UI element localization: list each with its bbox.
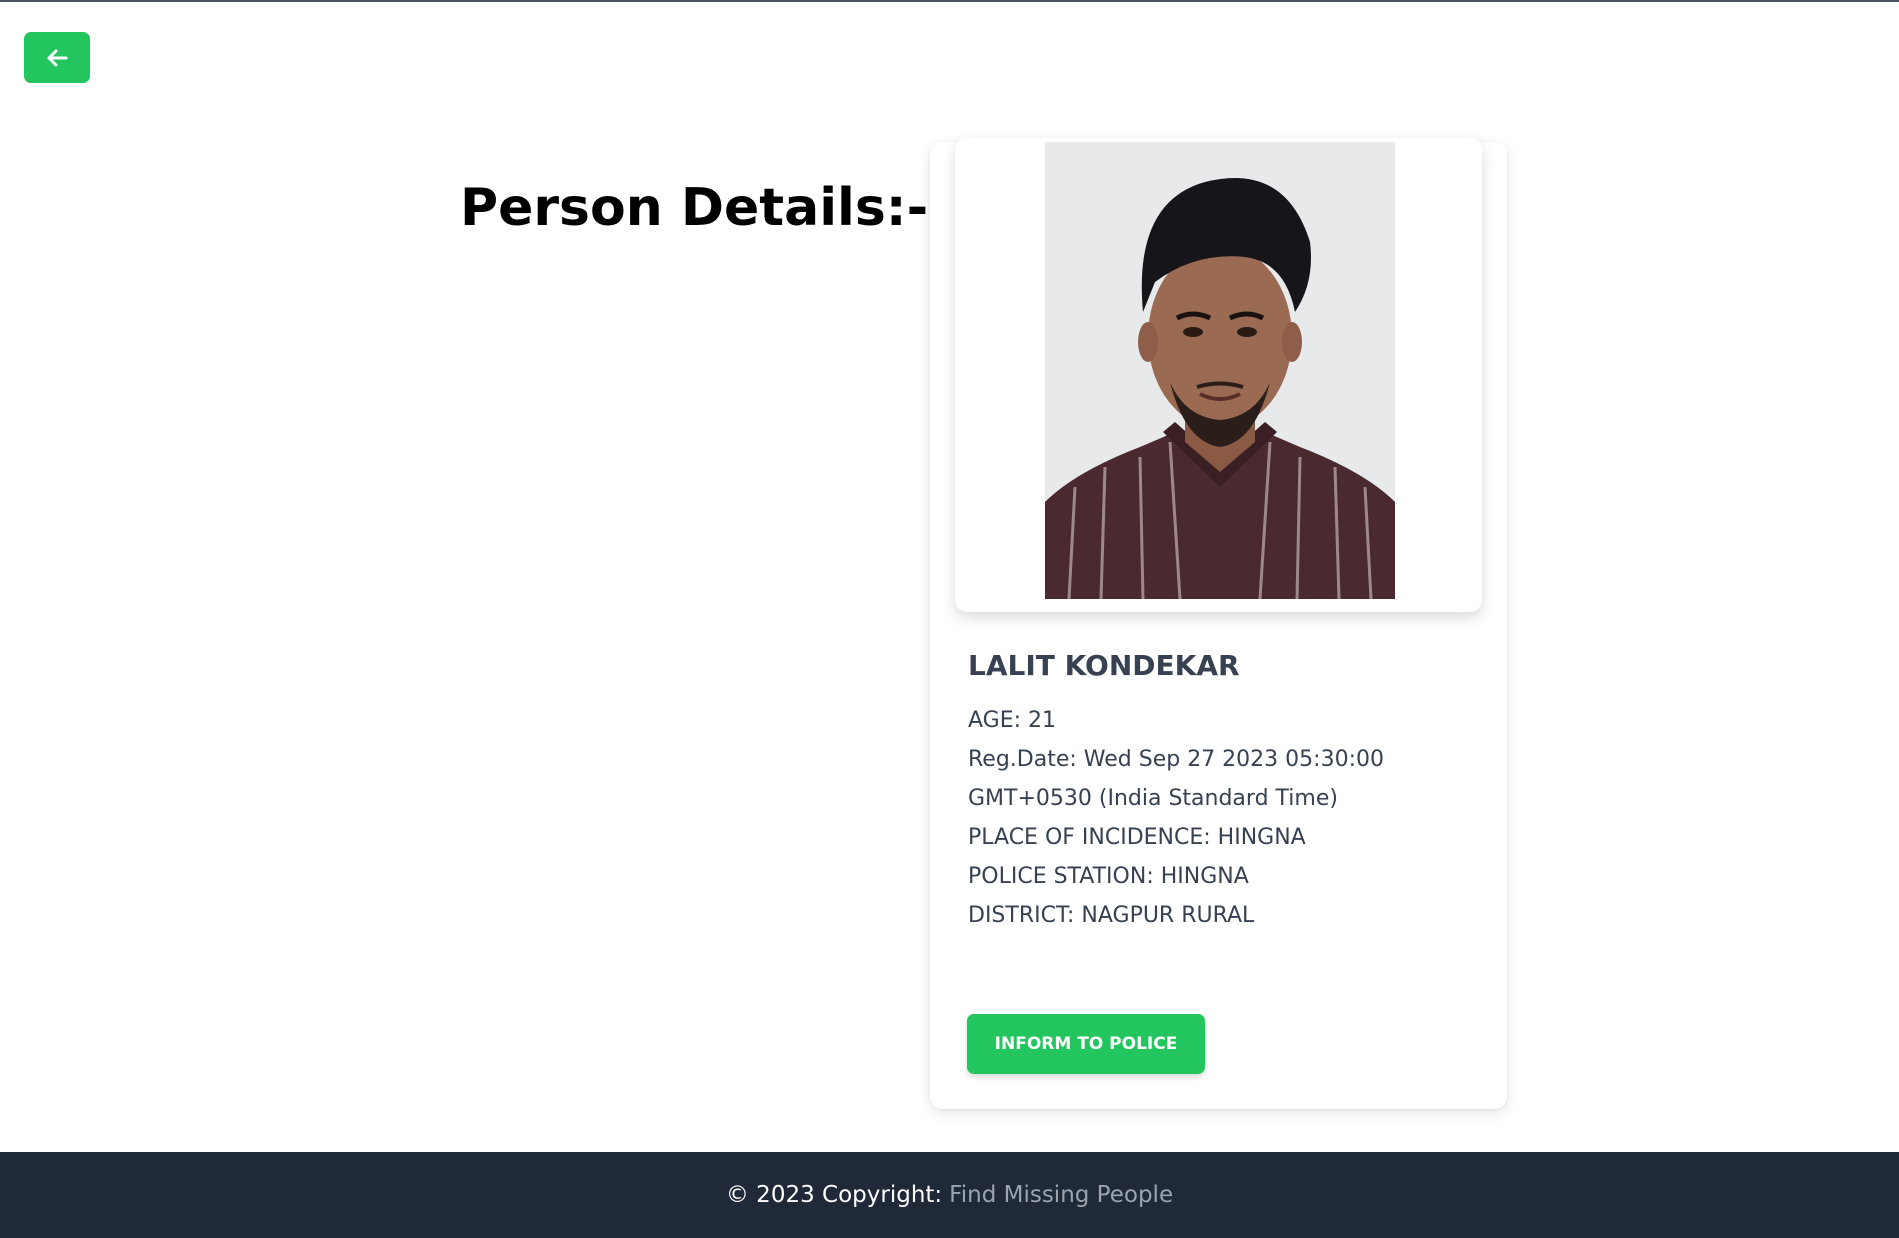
person-card: LALIT KONDEKAR AGE: 21 Reg.Date: Wed Sep… — [930, 138, 1507, 1109]
person-name: LALIT KONDEKAR — [968, 649, 1240, 682]
district: DISTRICT: NAGPUR RURAL — [968, 903, 1255, 928]
person-photo — [1045, 142, 1395, 599]
inform-police-button[interactable]: INFORM TO POLICE — [967, 1014, 1205, 1074]
arrow-left-icon — [47, 49, 68, 66]
footer: © 2023 Copyright: Find Missing People — [0, 1152, 1899, 1238]
police-station: POLICE STATION: HINGNA — [968, 864, 1249, 889]
photo-container — [955, 138, 1482, 612]
person-age: AGE: 21 — [968, 708, 1057, 733]
copyright-text: © 2023 Copyright: — [725, 1182, 943, 1208]
footer-link[interactable]: Find Missing People — [949, 1182, 1173, 1208]
registration-date: Reg.Date: Wed Sep 27 2023 05:30:00 — [968, 747, 1384, 772]
registration-date-timezone: GMT+0530 (India Standard Time) — [968, 786, 1338, 811]
top-border — [0, 0, 1899, 2]
back-button[interactable] — [24, 32, 90, 83]
page-title: Person Details:- — [460, 178, 929, 238]
place-of-incidence: PLACE OF INCIDENCE: HINGNA — [968, 825, 1306, 850]
